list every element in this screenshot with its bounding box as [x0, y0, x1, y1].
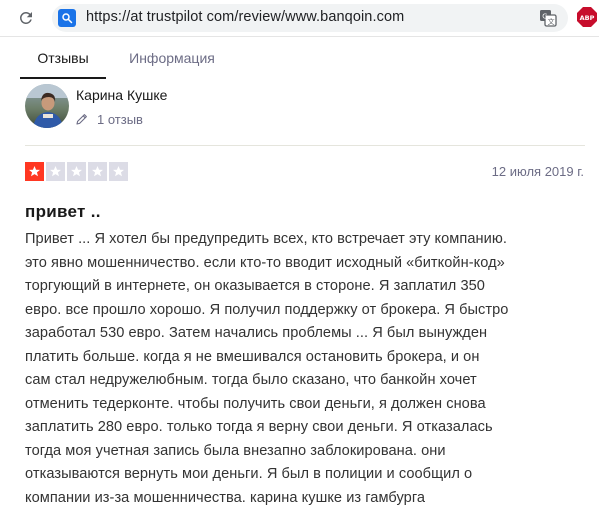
review-body-line: отказываются вернуть мои деньги. Я был в…	[25, 466, 473, 482]
star-empty-icon	[46, 162, 65, 181]
reload-icon[interactable]	[14, 6, 38, 30]
review-count: 1 отзыв	[97, 111, 143, 127]
adblock-plus-icon[interactable]: ABP	[577, 7, 597, 27]
review-body-line: компании из-за мошенничества. карина куш…	[25, 489, 426, 506]
tab-bar: Отзывы Информация	[0, 37, 599, 79]
site-info-icon[interactable]	[58, 9, 76, 27]
address-bar[interactable]: https://at trustpilot com/review/www.ban…	[52, 4, 568, 32]
tab-reviews[interactable]: Отзывы	[20, 37, 106, 79]
browser-toolbar: https://at trustpilot com/review/www.ban…	[0, 0, 599, 37]
star-filled-icon	[25, 162, 44, 181]
review-body-line: это явно мошенничество. если кто-то ввод…	[25, 254, 505, 271]
review-date: 12 июля 2019 г.	[491, 164, 584, 179]
review-body-line: заплатить 280 евро. только тогда я верну…	[25, 419, 493, 435]
review-body-line: Привет ... Я хотел бы предупредить всех,…	[25, 231, 507, 247]
review-body-line: евро. все прошло хорошо. Я получил подде…	[25, 301, 509, 318]
url-text[interactable]: https://at trustpilot com/review/www.ban…	[86, 9, 404, 25]
star-empty-icon	[67, 162, 86, 181]
svg-text:文: 文	[548, 17, 555, 26]
star-rating	[25, 162, 128, 181]
reviewer-name[interactable]: Карина Кушке	[76, 87, 167, 103]
review-count-row: 1 отзыв	[76, 110, 143, 128]
star-empty-icon	[88, 162, 107, 181]
avatar[interactable]	[25, 84, 69, 128]
svg-text:ABP: ABP	[580, 14, 595, 22]
review-body-line: торгующий в интернете, он оказывается в …	[25, 278, 485, 294]
translate-icon[interactable]: G 文	[539, 9, 557, 27]
pencil-icon	[76, 114, 87, 125]
review-body-line: отменить тедерконте. чтобы получить свои…	[25, 395, 486, 412]
review-body-line: платить больше. когда я не вмешивался ос…	[25, 348, 480, 365]
star-empty-icon	[109, 162, 128, 181]
tab-information[interactable]: Информация	[122, 37, 222, 79]
divider	[25, 145, 585, 146]
review-body-line: сам стал недружелюбным. тогда было сказа…	[25, 372, 477, 388]
review-body-line: заработал 530 евро. Затем начались пробл…	[25, 325, 488, 341]
review-title[interactable]: привет ..	[25, 202, 101, 222]
review-body: Привет ... Я хотел бы предупредить всех,…	[25, 228, 593, 510]
review-body-line: тогда моя учетная запись была внезапно з…	[25, 442, 446, 459]
